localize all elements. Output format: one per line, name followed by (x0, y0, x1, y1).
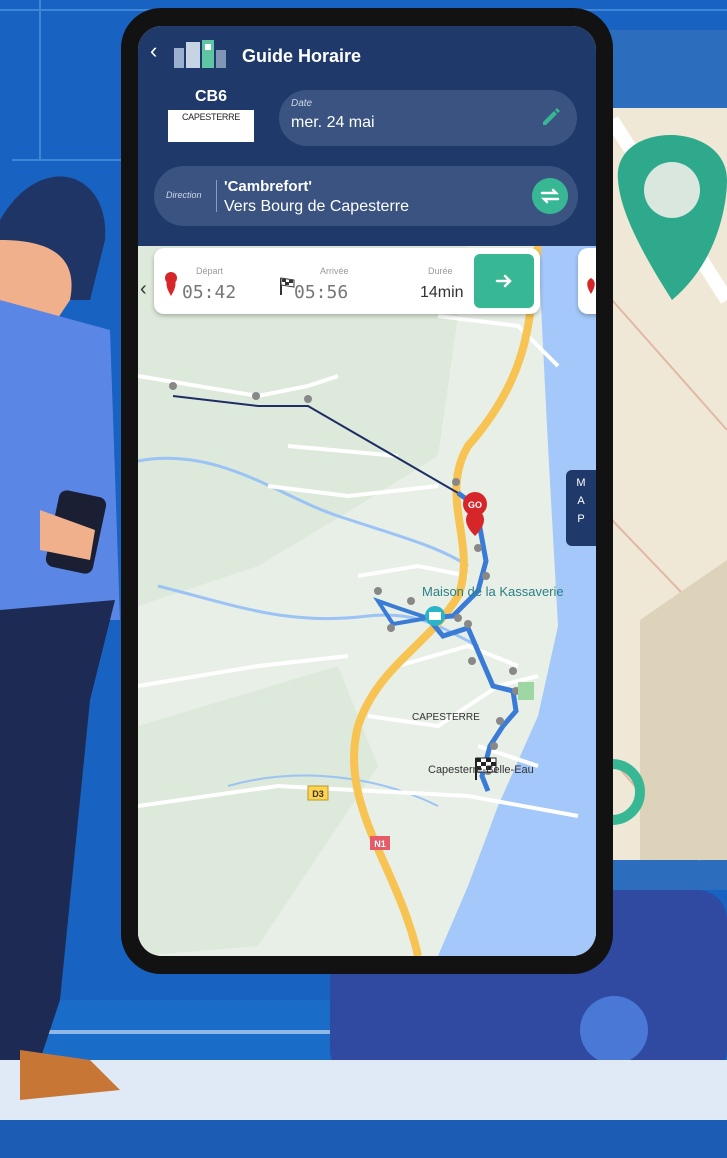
app-header: ‹ Guide Horaire CB6 CAPESTERRE Date mer.… (138, 26, 596, 246)
swap-icon[interactable] (532, 178, 568, 214)
road-badge-d3-label: D3 (312, 789, 324, 799)
page-title: Guide Horaire (242, 46, 362, 66)
departure-label: Départ (196, 266, 224, 276)
map-label-poi: Maison de la Kassaverie (422, 584, 564, 599)
line-destination: CAPESTERRE (168, 110, 254, 142)
direction-subtitle: Vers Bourg de Capesterre (224, 198, 409, 215)
direction-divider (216, 180, 217, 212)
route-map[interactable]: GO D3 N1 (138, 246, 596, 956)
map-tab[interactable]: M A P (566, 470, 596, 546)
camera-poi-icon (425, 606, 445, 626)
direction-selector[interactable]: Direction 'Cambrefort' Vers Bourg de Cap… (154, 166, 578, 226)
duration-label: Durée (428, 266, 453, 276)
map-label-city: Capesterre-Belle-Eau (428, 764, 534, 776)
map-tab-letter-m: M (576, 477, 586, 489)
go-arrow-button[interactable] (474, 254, 534, 308)
direction-label: Direction (166, 190, 202, 200)
next-trip-pin-icon (587, 278, 595, 294)
pencil-icon[interactable] (539, 104, 563, 128)
arrival-label: Arrivée (320, 266, 349, 276)
road-badge-n1-label: N1 (374, 839, 386, 849)
app-logo-icon (174, 40, 226, 68)
direction-name: 'Cambrefort' (224, 178, 312, 195)
date-selector[interactable]: Date mer. 24 mai (279, 90, 577, 146)
date-label: Date (291, 98, 313, 109)
departure-pin-icon (165, 272, 177, 296)
previous-trip-chevron-icon[interactable]: ‹ (140, 278, 147, 301)
arrival-time: 05:56 (294, 282, 349, 303)
map-tab-letter-a: A (577, 495, 585, 507)
line-badge: CB6 CAPESTERRE (168, 88, 254, 148)
duration-value: 14min (420, 284, 464, 301)
arrow-right-icon (495, 274, 512, 288)
date-value: mer. 24 mai (291, 114, 375, 131)
map-label-town: CAPESTERRE (412, 712, 480, 723)
phone-screen: GO D3 N1 Maison de la Kassaverie CAPESTE… (138, 26, 596, 956)
map-tab-letter-p: P (577, 513, 585, 525)
go-marker-label: GO (468, 500, 482, 510)
chevron-left-icon[interactable]: ‹ (150, 40, 157, 62)
departure-time: 05:42 (182, 282, 237, 303)
line-code: CB6 (194, 88, 227, 105)
